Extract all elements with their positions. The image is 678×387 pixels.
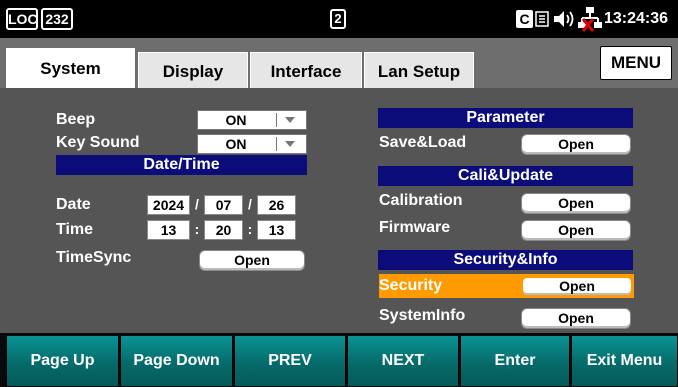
save-load-label: Save&Load	[379, 134, 467, 151]
prev-softkey[interactable]: PREV	[234, 336, 346, 386]
page-down-softkey[interactable]: Page Down	[120, 336, 233, 386]
page-up-softkey[interactable]: Page Up	[6, 336, 119, 386]
network-disconnected-icon	[578, 6, 602, 32]
date-separator: /	[248, 196, 252, 212]
chevron-down-icon	[285, 117, 295, 123]
status-bar: LOC 232 2 C 13:24:36	[0, 0, 678, 38]
tab-interface[interactable]: Interface	[250, 52, 362, 89]
calibration-open-button[interactable]: Open	[521, 193, 631, 214]
select-divider	[276, 137, 277, 151]
firmware-open-button[interactable]: Open	[521, 220, 631, 241]
next-softkey[interactable]: NEXT	[347, 336, 459, 386]
save-load-open-button[interactable]: Open	[521, 134, 631, 155]
tab-system[interactable]: System	[6, 48, 135, 90]
parameter-header: Parameter	[378, 108, 633, 128]
security-label[interactable]: Security	[379, 276, 442, 296]
key-sound-select[interactable]: ON	[197, 134, 307, 154]
date-month-field[interactable]: 07	[204, 195, 243, 215]
date-label: Date	[56, 196, 91, 213]
slot-indicator: 2	[330, 9, 346, 29]
enter-softkey[interactable]: Enter	[460, 336, 570, 386]
exit-menu-softkey[interactable]: Exit Menu	[571, 336, 678, 386]
usb-device-icon: C	[516, 10, 550, 28]
beep-label: Beep	[56, 111, 96, 128]
timesync-label: TimeSync	[56, 249, 132, 266]
beep-select[interactable]: ON	[197, 110, 307, 130]
timesync-open-button[interactable]: Open	[199, 250, 305, 271]
loc-indicator: LOC	[6, 8, 38, 30]
date-time-header: Date/Time	[56, 155, 307, 175]
baud-rate-indicator: 232	[41, 8, 73, 30]
date-year-field[interactable]: 2024	[147, 195, 190, 215]
speaker-icon	[553, 10, 575, 28]
tab-lan-setup[interactable]: Lan Setup	[364, 52, 474, 89]
systeminfo-open-button[interactable]: Open	[521, 308, 631, 329]
time-hour-field[interactable]: 13	[147, 220, 190, 240]
menu-button[interactable]: MENU	[600, 46, 672, 80]
time-separator: :	[247, 221, 253, 237]
svg-text:C: C	[519, 11, 529, 27]
chevron-down-icon	[285, 141, 295, 147]
select-divider	[276, 113, 277, 127]
time-second-field[interactable]: 13	[257, 220, 296, 240]
cali-update-header: Cali&Update	[378, 166, 633, 186]
key-sound-value: ON	[225, 136, 247, 152]
time-minute-field[interactable]: 20	[204, 220, 243, 240]
security-open-button[interactable]: Open	[521, 276, 633, 297]
clock: 13:24:36	[604, 10, 669, 27]
firmware-label: Firmware	[379, 219, 451, 236]
time-separator: :	[194, 221, 200, 237]
time-label: Time	[56, 221, 94, 238]
beep-value: ON	[225, 112, 247, 128]
key-sound-label: Key Sound	[56, 134, 140, 151]
date-separator: /	[195, 196, 199, 212]
systeminfo-label: SystemInfo	[379, 307, 466, 324]
calibration-label: Calibration	[379, 192, 463, 209]
security-info-header: Security&Info	[378, 250, 633, 270]
tab-display[interactable]: Display	[138, 52, 248, 89]
date-day-field[interactable]: 26	[257, 195, 296, 215]
